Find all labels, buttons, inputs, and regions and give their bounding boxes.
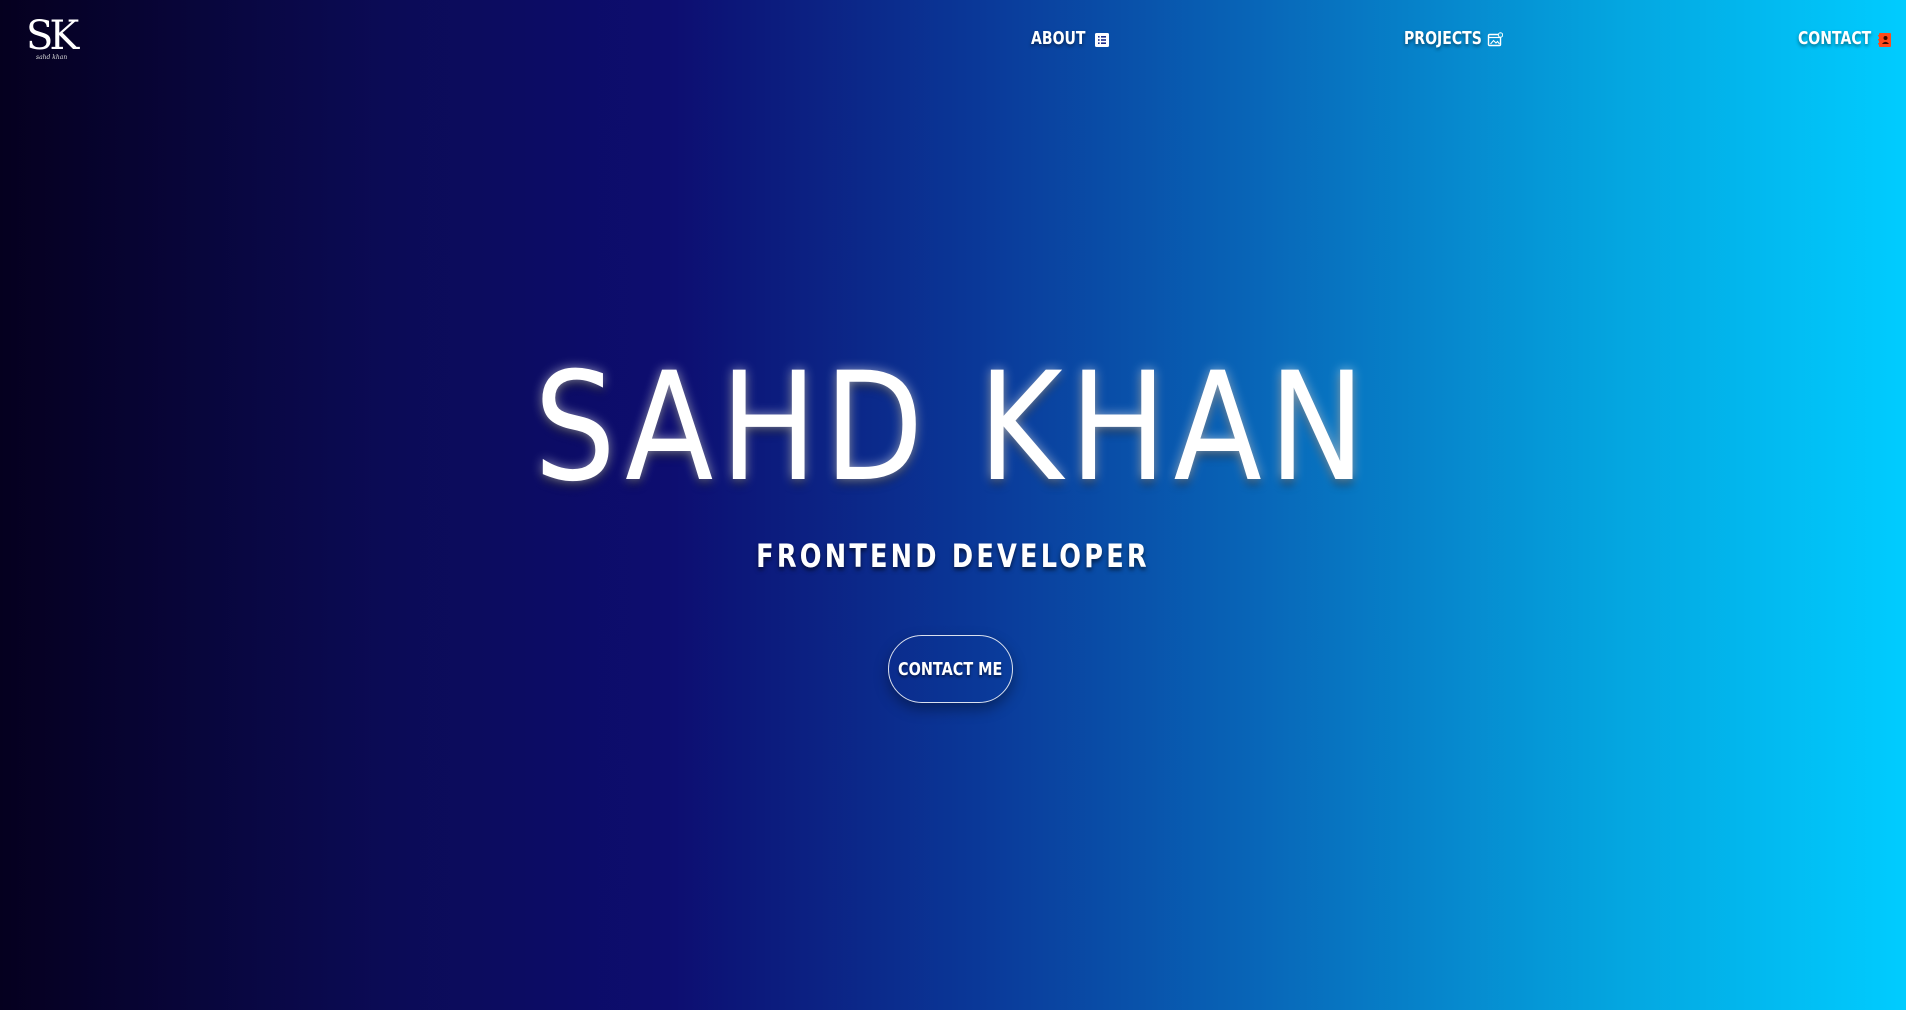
logo-signature: sahd khan: [36, 54, 68, 61]
contact-me-button[interactable]: CONTACT ME: [888, 635, 1013, 703]
contact-book-icon: [1878, 33, 1891, 47]
calendar-image-icon: [1487, 32, 1503, 47]
nav-link-projects[interactable]: PROJECTS: [1404, 28, 1504, 49]
logo-monogram: SK: [26, 13, 79, 59]
list-document-icon: [1095, 33, 1109, 47]
hero-name: SAHD KHAN: [533, 341, 1373, 515]
nav-label-about: ABOUT: [1031, 28, 1086, 49]
nav-label-projects: PROJECTS: [1404, 28, 1482, 49]
nav-label-contact: CONTACT: [1798, 28, 1872, 49]
nav-link-about[interactable]: ABOUT: [1031, 28, 1109, 49]
nav-link-contact[interactable]: CONTACT: [1798, 28, 1892, 49]
contact-me-label: CONTACT ME: [898, 658, 1003, 680]
hero-role: FRONTEND DEVELOPER: [756, 537, 1150, 575]
site-logo[interactable]: SK sahd khan: [26, 16, 88, 66]
